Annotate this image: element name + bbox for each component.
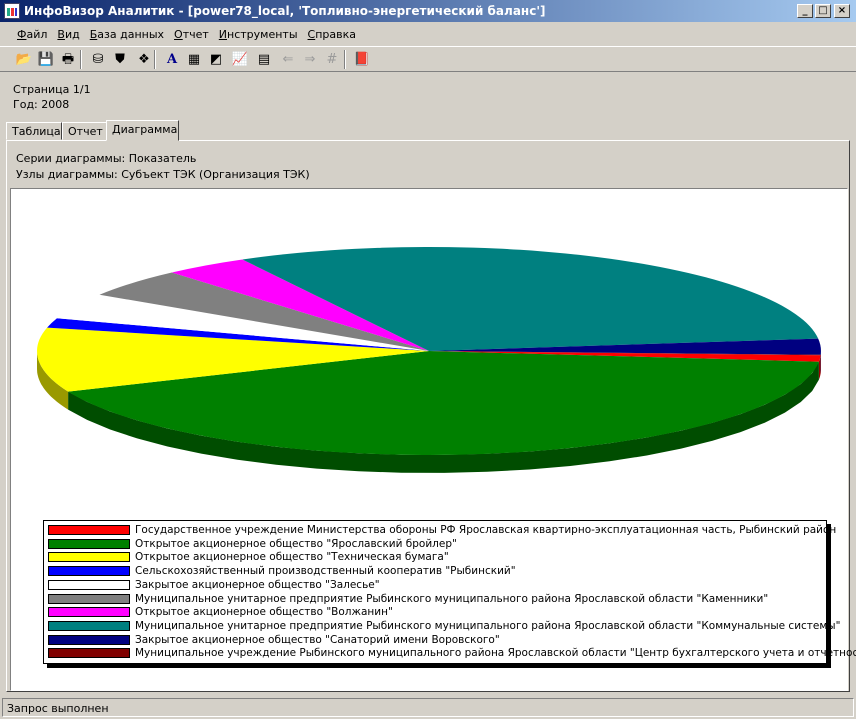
report-info: Страница 1/1 Год: 2008 (13, 82, 91, 112)
tab-diagram[interactable]: Диаграмма (106, 120, 179, 141)
legend-label: Открытое акционерное общество "Техническ… (135, 551, 449, 564)
menu-accelerator: Ф (17, 28, 27, 41)
diagram-nodes-label: Узлы диаграммы: Субъект ТЭК (Организация… (16, 168, 310, 181)
menu-label: тчет (182, 28, 209, 41)
legend-label: Сельскохозяйственный производственный ко… (135, 565, 516, 578)
menu-item-2[interactable]: База данных (85, 24, 169, 45)
table-icon[interactable]: ▦ (184, 50, 204, 69)
status-text: Запрос выполнен (2, 698, 854, 717)
menu-item-1[interactable]: Вид (52, 24, 84, 45)
grid-icon[interactable]: # (322, 50, 342, 69)
chart-legend: Государственное учреждение Министерства … (43, 520, 856, 664)
menu-accelerator: Б (89, 28, 98, 41)
legend-swatch (48, 538, 130, 549)
menu-label: айл (26, 28, 48, 41)
legend-swatch (48, 579, 130, 590)
legend-label: Муниципальное учреждение Рыбинского муни… (135, 647, 856, 660)
legend-label: Открытое акционерное общество "Волжанин" (135, 606, 393, 619)
legend-swatch (48, 607, 130, 618)
legend-swatch (48, 620, 130, 631)
legend-label: Муниципальное унитарное предприятие Рыби… (135, 619, 841, 632)
open-folder-icon[interactable]: 📂 (14, 50, 34, 69)
database-icon[interactable]: ⛁ (88, 50, 108, 69)
forward-arrow-icon[interactable]: ⇒ (300, 50, 320, 69)
menu-accelerator: И (218, 28, 228, 41)
filter-icon[interactable]: ⛊ (110, 50, 130, 69)
chart-settings-icon[interactable]: ◩ (206, 50, 226, 69)
title-bar: ИнфоВизор Аналитик - [power78_local, 'То… (0, 0, 856, 22)
menu-label: нструменты (227, 28, 298, 41)
legend-swatch (48, 566, 130, 577)
legend-label: Государственное учреждение Министерства … (135, 524, 837, 536)
legend-swatch (48, 634, 130, 645)
legend-label: Муниципальное унитарное предприятие Рыби… (135, 592, 769, 605)
maximize-button[interactable]: □ (815, 4, 831, 18)
minimize-button[interactable]: _ (797, 4, 813, 18)
back-arrow-icon[interactable]: ⇐ (278, 50, 298, 69)
menu-accelerator: С (307, 28, 316, 41)
toolbar-separator (154, 50, 156, 69)
toolbar: 📂 💾 🖶 ⛁ ⛊ ❖ A ▦ ◩ 📈 ▤ ⇐ ⇒ # 📕 (0, 46, 856, 72)
legend-swatch (48, 593, 130, 604)
page-indicator: Страница 1/1 (13, 83, 91, 96)
legend-swatch (48, 648, 130, 659)
menu-label: ид (64, 28, 80, 41)
menu-accelerator: В (57, 28, 65, 41)
tab-report[interactable]: Отчет (62, 122, 107, 140)
window-title: ИнфоВизор Аналитик - [power78_local, 'То… (24, 4, 546, 18)
legend-label: Закрытое акционерное общество "Залесье" (135, 578, 380, 591)
new-item-icon[interactable]: ❖ (134, 50, 154, 69)
close-button[interactable]: × (834, 4, 850, 18)
chart-area: Государственное учреждение Министерства … (10, 188, 856, 691)
status-bar: Запрос выполнен (0, 697, 856, 719)
year-label: Год: 2008 (13, 98, 70, 111)
diagram-series-label: Серии диаграммы: Показатель (16, 152, 197, 165)
legend-swatch (48, 552, 130, 563)
tab-table[interactable]: Таблица (6, 122, 62, 140)
print-icon[interactable]: 🖶 (58, 50, 78, 69)
menu-label: аза данных (97, 28, 165, 41)
legend-swatch (48, 525, 130, 535)
legend-label: Открытое акционерное общество "Ярославск… (135, 537, 457, 550)
book-icon[interactable]: 📕 (352, 50, 372, 69)
font-icon[interactable]: A (162, 50, 182, 69)
save-icon[interactable]: 💾 (36, 50, 56, 69)
chart-icon[interactable]: 📈 (230, 50, 250, 69)
menu-item-4[interactable]: Инструменты (214, 24, 303, 45)
report-icon[interactable]: ▤ (254, 50, 274, 69)
menu-item-3[interactable]: Отчет (169, 24, 214, 45)
toolbar-separator (80, 50, 82, 69)
legend-label: Закрытое акционерное общество "Санаторий… (135, 633, 500, 646)
diagram-description: Серии диаграммы: Показатель Узлы диаграм… (16, 151, 310, 183)
menu-item-0[interactable]: Файл (12, 24, 52, 45)
menu-bar: Файл Вид База данных Отчет Инструменты Справк… (0, 24, 856, 45)
menu-item-5[interactable]: Справка (303, 24, 361, 45)
app-icon (4, 3, 20, 19)
menu-accelerator: О (174, 28, 183, 41)
menu-label: правка (315, 28, 357, 41)
toolbar-separator (344, 50, 346, 69)
